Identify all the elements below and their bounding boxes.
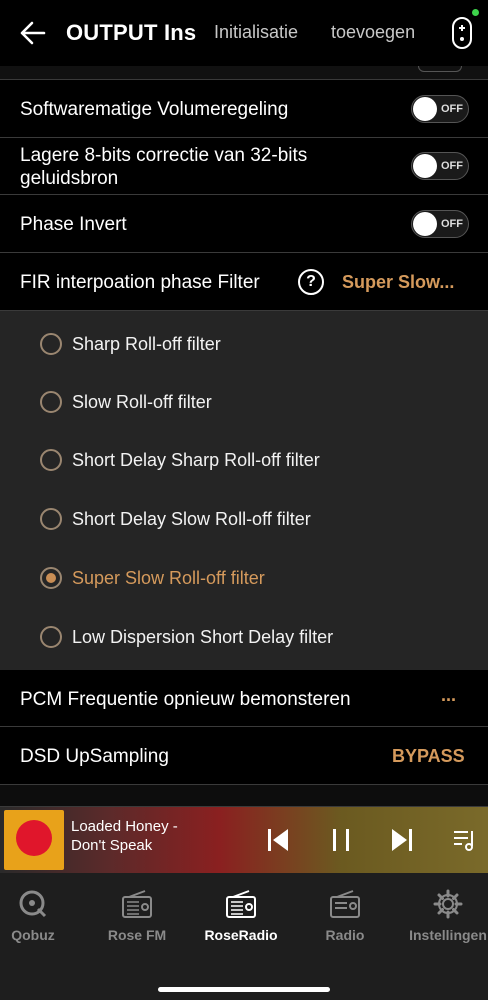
track-info[interactable]: Loaded Honey - Don't Speak — [71, 817, 178, 855]
filter-option-label: Sharp Roll-off filter — [72, 334, 221, 354]
radio-button[interactable] — [40, 508, 62, 530]
volume-toggle[interactable]: OFF — [411, 95, 469, 123]
toggle-state: OFF — [441, 160, 463, 172]
setting-label: PCM Frequentie opnieuw bemonsteren — [20, 689, 351, 710]
filter-option-selected[interactable]: Super Slow Roll-off filter — [0, 548, 488, 606]
help-icon[interactable]: ? — [298, 269, 324, 295]
album-cover[interactable] — [4, 810, 64, 870]
setting-row-fir-filter[interactable]: FIR interpoation phase Filter ? Super Sl… — [0, 253, 488, 311]
setting-row-volume: Softwarematige Volumeregeling OFF — [0, 81, 488, 138]
filter-option-label: Short Delay Sharp Roll-off filter — [72, 450, 320, 470]
toggle-state: OFF — [441, 218, 463, 230]
nav-item-radio[interactable]: Radio — [297, 889, 393, 943]
filter-option[interactable]: Short Delay Slow Roll-off filter — [0, 489, 488, 547]
toggle-state: OFF — [441, 103, 463, 115]
setting-row-8bit: Lagere 8-bits correctie van 32-bits gelu… — [0, 138, 488, 195]
filter-option-label: Short Delay Slow Roll-off filter — [72, 509, 311, 529]
pause-icon[interactable] — [329, 827, 353, 853]
setting-row-pcm[interactable]: PCM Frequentie opnieuw bemonsteren ... — [0, 670, 488, 727]
dsd-value[interactable]: BYPASS — [392, 746, 465, 767]
nav-item-qobuz[interactable]: Qobuz — [0, 889, 81, 943]
header-bar: OUTPUT Ins Initialisatie toevoegen — [0, 0, 488, 66]
8bit-correction-toggle[interactable]: OFF — [411, 152, 469, 180]
setting-label: Lagere 8-bits correctie van 32-bits gelu… — [20, 145, 308, 189]
radio-button[interactable] — [40, 391, 62, 413]
filter-option[interactable]: Low Dispersion Short Delay filter — [0, 607, 488, 665]
previous-row-edge — [0, 66, 488, 80]
filter-option[interactable]: Slow Roll-off filter — [0, 372, 488, 430]
filter-option-label: Super Slow Roll-off filter — [72, 568, 265, 588]
queue-icon[interactable] — [452, 827, 478, 853]
nav-label: Instellingen — [409, 927, 487, 943]
setting-label: Softwarematige Volumeregeling — [20, 99, 289, 120]
status-dot — [472, 9, 479, 16]
setting-row-dsd[interactable]: DSD UpSampling BYPASS — [0, 727, 488, 785]
nav-label: Qobuz — [11, 927, 55, 943]
nav-item-rose-fm[interactable]: Rose FM — [89, 889, 185, 943]
radio-icon — [122, 890, 152, 918]
home-indicator[interactable] — [158, 987, 330, 992]
radio-icon — [226, 890, 256, 918]
toggle-knob — [413, 97, 437, 121]
qobuz-icon — [19, 890, 47, 918]
fir-filter-value[interactable]: Super Slow... — [342, 272, 454, 293]
page-title: OUTPUT Ins — [66, 20, 197, 45]
track-title-line2: Don't Speak — [71, 837, 153, 854]
setting-row-phase-invert: Phase Invert OFF — [0, 195, 488, 253]
next-track-icon[interactable] — [390, 827, 414, 853]
mini-player[interactable]: Loaded Honey - Don't Speak — [0, 807, 488, 873]
bottom-navigation: Qobuz Rose FM RoseRadio Radio Instelling… — [0, 873, 488, 1000]
gear-icon — [433, 889, 463, 919]
setting-label: Phase Invert — [20, 214, 127, 235]
filter-options-panel: Sharp Roll-off filter Slow Roll-off filt… — [0, 311, 488, 670]
radio-button[interactable] — [40, 449, 62, 471]
nav-label: RoseRadio — [204, 927, 278, 943]
filter-option[interactable]: Short Delay Sharp Roll-off filter — [0, 430, 488, 488]
pcm-value[interactable]: ... — [441, 685, 456, 706]
nav-label: Rose FM — [107, 927, 167, 943]
nav-item-roseradio[interactable]: RoseRadio — [193, 889, 289, 943]
toggle-knob — [413, 154, 437, 178]
toggle-knob — [413, 212, 437, 236]
tab-initialisatie[interactable]: Initialisatie — [214, 22, 298, 43]
back-arrow-icon[interactable] — [20, 20, 46, 46]
nav-item-instellingen[interactable]: Instellingen — [400, 889, 488, 943]
previous-track-icon[interactable] — [266, 827, 290, 853]
setting-label: FIR interpoation phase Filter — [20, 272, 260, 293]
filter-option-label: Low Dispersion Short Delay filter — [72, 627, 334, 647]
radio-icon — [330, 890, 360, 918]
radio-button-selected[interactable] — [40, 567, 62, 589]
track-title-line1: Loaded Honey - — [71, 818, 178, 835]
filter-option[interactable]: Sharp Roll-off filter — [0, 314, 488, 372]
phase-invert-toggle[interactable]: OFF — [411, 210, 469, 238]
next-row-edge — [0, 785, 488, 807]
setting-label: DSD UpSampling — [20, 746, 169, 767]
tab-toevoegen[interactable]: toevoegen — [331, 22, 415, 43]
filter-option-label: Slow Roll-off filter — [72, 392, 212, 412]
remote-control-icon[interactable] — [450, 16, 474, 50]
radio-button[interactable] — [40, 626, 62, 648]
radio-button[interactable] — [40, 333, 62, 355]
nav-label: Radio — [325, 927, 365, 943]
